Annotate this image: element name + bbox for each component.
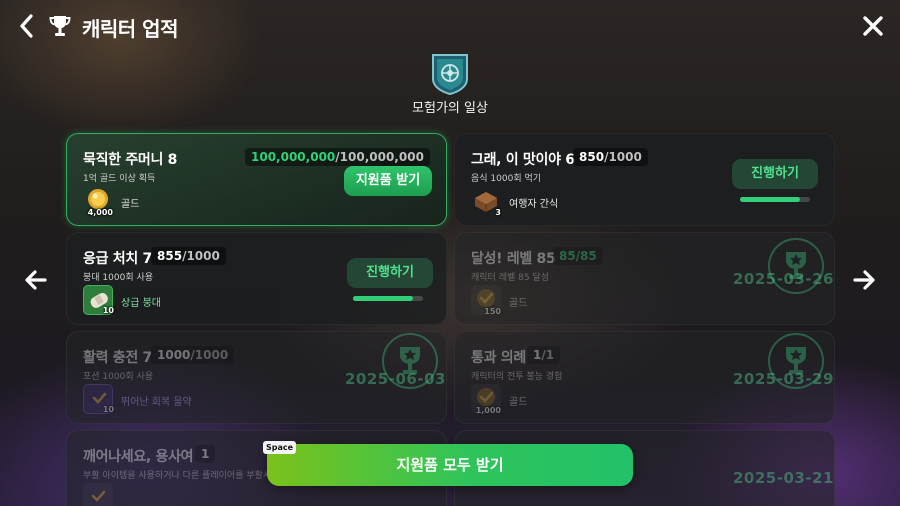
- achievement-progress: 1: [195, 445, 216, 463]
- achievement-progress: 850/1000: [573, 148, 648, 166]
- category-emblem-icon: [430, 52, 470, 96]
- achievement-progress: 85/85: [553, 247, 603, 265]
- back-button[interactable]: [14, 12, 40, 40]
- gold-coin-icon: 150: [471, 285, 501, 316]
- reward-name: 뛰어난 회복 물약: [121, 397, 192, 408]
- reward-quantity: 150: [484, 307, 501, 316]
- progress-current: 100,000,000: [251, 150, 336, 164]
- achievement-description: 붕대 1000회 사용: [83, 273, 154, 283]
- progress-current: 850: [579, 150, 605, 164]
- achievement-description: 1억 골드 이상 획득: [83, 174, 156, 184]
- achievement-description: 음식 1000회 먹기: [471, 174, 542, 184]
- progress-current: 1: [201, 447, 210, 461]
- completion-date: 2025-03-26: [733, 270, 834, 288]
- achievement-card[interactable]: 달성! 레벨 85 85/85 캐릭터 레벨 85 달성 150 골드 2025…: [454, 232, 835, 325]
- bandage-icon: 10: [83, 285, 114, 315]
- completion-date: 2025-06-03: [345, 370, 446, 388]
- close-button[interactable]: [860, 13, 886, 39]
- claim-all-button[interactable]: 지원품 모두 받기: [267, 444, 633, 486]
- reward-name: 골드: [509, 298, 528, 309]
- progress-bar-fill: [740, 197, 800, 202]
- back-arrow-icon: [20, 14, 33, 38]
- go-progress-button[interactable]: 진행하기: [347, 258, 433, 288]
- progress-bar-fill: [353, 296, 413, 301]
- achievement-name: 활력 충전 7: [83, 350, 152, 366]
- achievement-card[interactable]: 통과 의례 1/1 캐릭터의 전투 불능 경험 1,000 골드 2025-03…: [454, 331, 835, 424]
- progress-max: /1000: [604, 150, 642, 164]
- progress-bar: [353, 296, 423, 301]
- hotkey-badge: Space: [263, 441, 297, 454]
- header: 캐릭터 업적: [0, 0, 900, 52]
- reward-quantity: 1,000: [475, 406, 501, 415]
- reward-quantity: 10: [102, 306, 114, 315]
- reward-quantity: 4,000: [87, 208, 113, 217]
- next-category-button[interactable]: [851, 268, 877, 292]
- gold-coin-icon: 1,000: [471, 384, 501, 415]
- category-name: 모험가의 일상: [412, 101, 488, 116]
- gold-coin-icon: 4,000: [83, 186, 113, 217]
- progress-current: 855: [157, 249, 183, 263]
- claim-reward-button[interactable]: 지원품 받기: [344, 166, 432, 196]
- completion-date: 2025-03-29: [733, 370, 834, 388]
- potion-icon: 10: [83, 384, 114, 414]
- achievement-card[interactable]: 그래, 이 맛이야 6 850/1000 음식 1000회 먹기 3 여행자 간…: [454, 133, 835, 226]
- progress-current: 1000: [157, 348, 191, 362]
- achievement-name: 묵직한 주머니 8: [83, 152, 178, 168]
- achievement-card[interactable]: 응급 처치 7 855/1000 붕대 1000회 사용 10 상급 붕대 진행…: [66, 232, 447, 325]
- achievement-description: 캐릭터 레벨 85 달성: [471, 273, 549, 283]
- reward-quantity: 10: [102, 405, 114, 414]
- close-icon: [863, 16, 883, 36]
- go-progress-button[interactable]: 진행하기: [732, 159, 818, 189]
- previous-category-button[interactable]: [23, 268, 49, 292]
- reward-name: 골드: [121, 199, 140, 210]
- achievement-name: 그래, 이 맛이야 6: [471, 152, 575, 168]
- achievement-card[interactable]: 활력 충전 7 1000/1000 포션 1000회 사용 10 뛰어난 회복 …: [66, 331, 447, 424]
- page-title: 캐릭터 업적: [82, 17, 178, 41]
- achievement-progress: 100,000,000/100,000,000: [245, 148, 430, 166]
- trophy-icon: [48, 13, 72, 39]
- achievement-name: 깨어나세요, 용사여: [83, 449, 194, 465]
- achievement-progress: 1/1: [527, 346, 561, 364]
- achievement-name: 응급 처치 7: [83, 251, 152, 267]
- snack-icon: 3: [471, 186, 501, 217]
- reward-quantity: 3: [495, 208, 501, 217]
- reward-name: 상급 붕대: [121, 298, 161, 309]
- progress-max: /1000: [182, 249, 220, 263]
- achievement-description: 포션 1000회 사용: [83, 372, 154, 382]
- reward-name: 여행자 간식: [509, 199, 559, 210]
- progress-max: /1: [541, 348, 555, 362]
- progress-bar: [740, 197, 810, 202]
- progress-max: /1000: [190, 348, 229, 362]
- gold-coin-icon: [83, 483, 113, 506]
- achievement-description: 부활 아이템을 사용하거나 다른 플레이어를 부활시: [83, 471, 272, 481]
- progress-max: /85: [575, 249, 597, 263]
- achievement-name: 통과 의례: [471, 350, 526, 366]
- arrow-right-icon: [853, 270, 875, 290]
- achievement-progress: 855/1000: [151, 247, 226, 265]
- completion-date: 2025-03-21: [733, 469, 834, 487]
- achievement-name: 달성! 레벨 85: [471, 251, 556, 267]
- achievement-card[interactable]: 묵직한 주머니 8 100,000,000/100,000,000 1억 골드 …: [66, 133, 447, 226]
- achievement-progress: 1000/1000: [151, 346, 235, 364]
- arrow-left-icon: [25, 270, 47, 290]
- reward-name: 골드: [509, 397, 528, 408]
- achievement-description: 캐릭터의 전투 불능 경험: [471, 372, 563, 382]
- progress-max: /100,000,000: [335, 150, 424, 164]
- progress-current: 85: [559, 249, 576, 263]
